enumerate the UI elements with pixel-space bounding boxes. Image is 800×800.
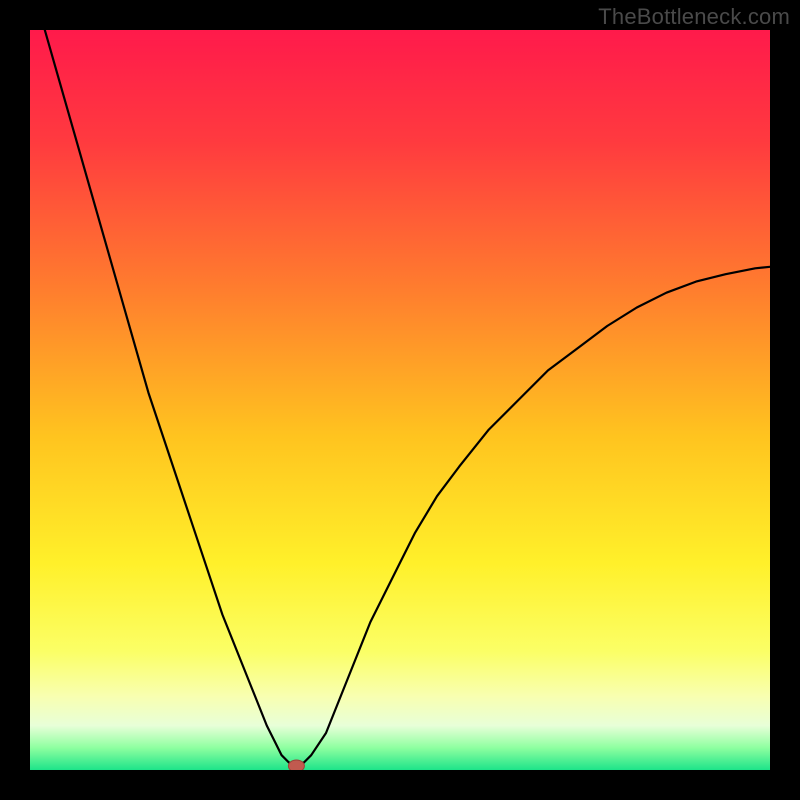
watermark-text: TheBottleneck.com xyxy=(598,4,790,30)
chart-frame: TheBottleneck.com xyxy=(0,0,800,800)
bottleneck-chart xyxy=(30,30,770,770)
gradient-background xyxy=(30,30,770,770)
optimum-marker xyxy=(288,760,304,770)
plot-area xyxy=(30,30,770,770)
